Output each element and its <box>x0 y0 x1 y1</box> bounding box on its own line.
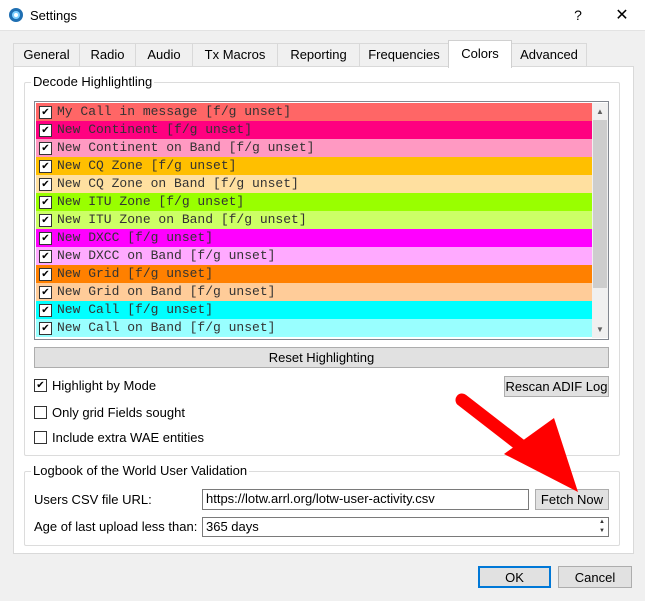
tab-radio[interactable]: Radio <box>79 43 136 67</box>
highlight-item-checkbox[interactable]: ✔ <box>39 142 52 155</box>
highlight-item[interactable]: ✔ New DXCC [f/g unset] <box>36 229 592 247</box>
highlight-item-label: New Continent on Band [f/g unset] <box>57 140 315 155</box>
cancel-button[interactable]: Cancel <box>558 566 632 588</box>
highlight-item-label: New ITU Zone on Band [f/g unset] <box>57 212 307 227</box>
close-button[interactable]: ✕ <box>600 0 644 31</box>
highlight-item-checkbox[interactable]: ✔ <box>39 214 52 227</box>
scroll-down-arrow-icon[interactable]: ▼ <box>592 321 608 338</box>
age-of-upload-value: 365 days <box>206 519 259 534</box>
highlight-item[interactable]: ✔ New DXCC on Band [f/g unset] <box>36 247 592 265</box>
lotw-title: Logbook of the World User Validation <box>31 463 250 478</box>
highlight-item-label: New Call [f/g unset] <box>57 302 214 317</box>
highlight-item-checkbox[interactable]: ✔ <box>39 178 52 191</box>
rescan-adif-log-button[interactable]: Rescan ADIF Log <box>504 376 609 397</box>
ok-button[interactable]: OK <box>478 566 551 588</box>
highlight-item-label: New CQ Zone [f/g unset] <box>57 158 237 173</box>
highlight-item[interactable]: ✔ New Call on Band [f/g unset] <box>36 319 592 337</box>
highlight-item-checkbox[interactable]: ✔ <box>39 106 52 119</box>
highlight-item-checkbox[interactable]: ✔ <box>39 322 52 335</box>
highlight-item[interactable]: ✔ New ITU Zone on Band [f/g unset] <box>36 211 592 229</box>
highlight-item-checkbox[interactable]: ✔ <box>39 196 52 209</box>
highlight-item[interactable]: ✔ New Call [f/g unset] <box>36 301 592 319</box>
highlight-item-label: New CQ Zone on Band [f/g unset] <box>57 176 299 191</box>
tab-audio[interactable]: Audio <box>135 43 193 67</box>
title-bar: Settings ? ✕ <box>0 0 645 31</box>
tab-frequencies[interactable]: Frequencies <box>359 43 449 67</box>
highlight-item-checkbox[interactable]: ✔ <box>39 250 52 263</box>
highlight-by-mode-label: Highlight by Mode <box>52 378 157 393</box>
highlight-item-checkbox[interactable]: ✔ <box>39 304 52 317</box>
include-wae-label: Include extra WAE entities <box>52 430 204 445</box>
highlight-item-checkbox[interactable]: ✔ <box>39 286 52 299</box>
tab-general[interactable]: General <box>13 43 80 67</box>
highlight-item[interactable]: ✔ New CQ Zone on Band [f/g unset] <box>36 175 592 193</box>
only-grid-fields-label: Only grid Fields sought <box>52 405 185 420</box>
tab-colors[interactable]: Colors <box>448 40 512 68</box>
scroll-thumb[interactable] <box>593 120 607 288</box>
highlight-item[interactable]: ✔ New Continent on Band [f/g unset] <box>36 139 592 157</box>
spin-up-icon[interactable]: ▲ <box>596 518 608 527</box>
app-icon <box>9 8 23 22</box>
highlight-rows: ✔ My Call in message [f/g unset] ✔ New Cont… <box>36 103 592 337</box>
window-title: Settings <box>30 8 77 23</box>
tab-tx-macros[interactable]: Tx Macros <box>192 43 278 67</box>
spin-down-icon[interactable]: ▼ <box>596 527 608 536</box>
age-of-upload-label: Age of last upload less than: <box>34 519 198 534</box>
highlight-item[interactable]: ✔ New Grid on Band [f/g unset] <box>36 283 592 301</box>
highlight-item-label: New Grid on Band [f/g unset] <box>57 284 276 299</box>
highlight-item-label: New ITU Zone [f/g unset] <box>57 194 245 209</box>
highlight-item[interactable]: ✔ New CQ Zone [f/g unset] <box>36 157 592 175</box>
highlight-item-label: New Call on Band [f/g unset] <box>57 320 276 335</box>
tab-reporting[interactable]: Reporting <box>277 43 360 67</box>
highlight-item-checkbox[interactable]: ✔ <box>39 160 52 173</box>
scroll-up-arrow-icon[interactable]: ▲ <box>592 103 608 120</box>
highlight-item-checkbox[interactable]: ✔ <box>39 124 52 137</box>
highlight-item[interactable]: ✔ New ITU Zone [f/g unset] <box>36 193 592 211</box>
highlight-item-label: New DXCC on Band [f/g unset] <box>57 248 276 263</box>
checkbox-check-icon: ✔ <box>34 379 47 392</box>
highlight-item-label: New Grid [f/g unset] <box>57 266 214 281</box>
highlight-item[interactable]: ✔ New Grid [f/g unset] <box>36 265 592 283</box>
fetch-now-button[interactable]: Fetch Now <box>535 489 609 510</box>
highlight-item-checkbox[interactable]: ✔ <box>39 232 52 245</box>
age-of-upload-spinbox[interactable]: 365 days ▲ ▼ <box>202 517 609 537</box>
users-csv-url-input[interactable]: https://lotw.arrl.org/lotw-user-activity… <box>202 489 529 510</box>
users-csv-url-label: Users CSV file URL: <box>34 492 152 507</box>
highlight-list[interactable]: ✔ My Call in message [f/g unset] ✔ New Cont… <box>34 101 609 340</box>
help-button[interactable]: ? <box>556 0 600 31</box>
spin-arrows[interactable]: ▲ ▼ <box>596 518 608 536</box>
highlight-item[interactable]: ✔ My Call in message [f/g unset] <box>36 103 592 121</box>
tab-advanced[interactable]: Advanced <box>511 43 587 67</box>
highlight-item-checkbox[interactable]: ✔ <box>39 268 52 281</box>
reset-highlighting-button[interactable]: Reset Highlighting <box>34 347 609 368</box>
decode-highlighting-title: Decode Highlightling <box>31 74 155 89</box>
list-scrollbar[interactable]: ▲ ▼ <box>592 103 608 338</box>
highlight-item-label: New Continent [f/g unset] <box>57 122 253 137</box>
highlight-item-label: New DXCC [f/g unset] <box>57 230 214 245</box>
highlight-item-label: My Call in message [f/g unset] <box>57 104 292 119</box>
highlight-item[interactable]: ✔ New Continent [f/g unset] <box>36 121 592 139</box>
